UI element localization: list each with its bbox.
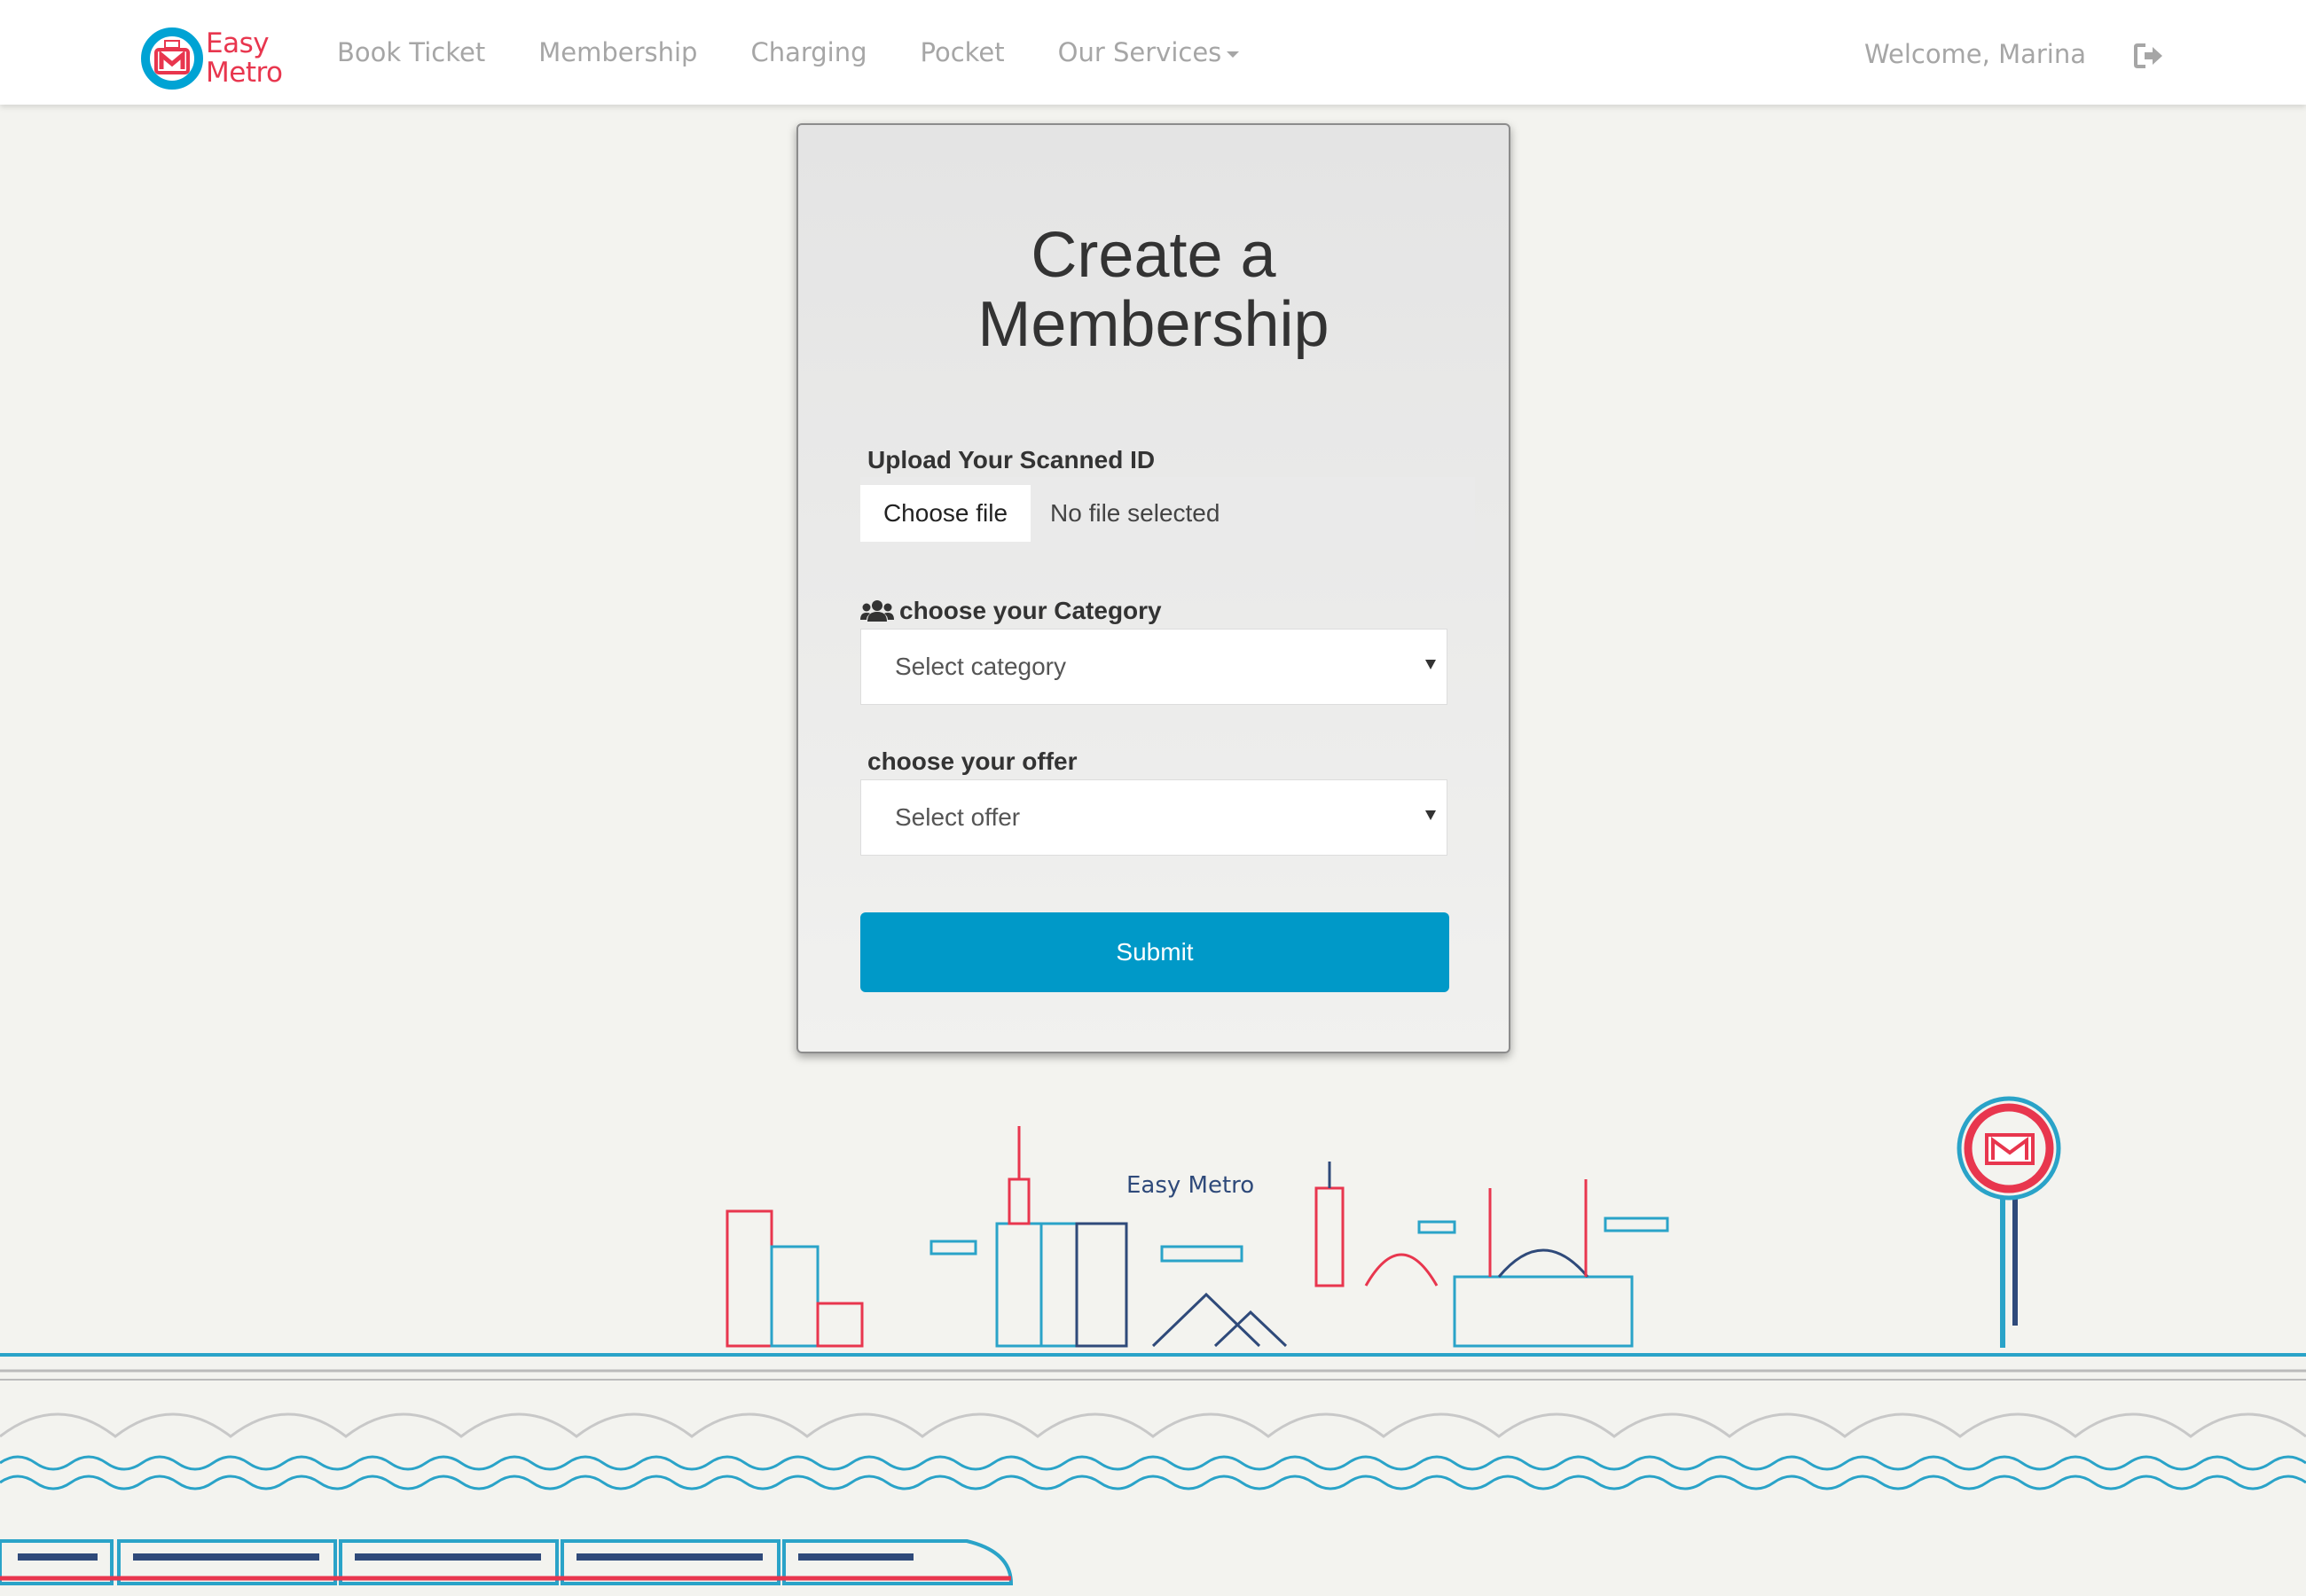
welcome-text: Welcome, Marina bbox=[1864, 39, 2087, 69]
users-icon bbox=[860, 600, 894, 622]
brand-name: Easy Metro bbox=[206, 29, 283, 88]
page-title: Create a Membership bbox=[798, 221, 1509, 359]
dropdown-arrow-icon bbox=[1425, 660, 1436, 669]
nav-our-services-dropdown[interactable]: Our Services bbox=[1058, 37, 1240, 67]
metro-logo-icon bbox=[141, 27, 203, 90]
file-status-text: No file selected bbox=[1050, 499, 1220, 527]
brand-logo[interactable]: Easy Metro bbox=[140, 25, 291, 92]
skyline-buildings bbox=[726, 1126, 1669, 1348]
nav-charging[interactable]: Charging bbox=[750, 37, 867, 67]
category-selected-value: Select category bbox=[895, 653, 1066, 680]
upload-id-label: Upload Your Scanned ID bbox=[867, 446, 1156, 473]
nav-membership[interactable]: Membership bbox=[538, 37, 697, 67]
nav-pocket[interactable]: Pocket bbox=[921, 37, 1005, 67]
submit-button[interactable]: Submit bbox=[860, 912, 1449, 992]
brand-line-2: Metro bbox=[206, 57, 283, 89]
top-navbar: Easy Metro Book Ticket Membership Chargi… bbox=[0, 0, 2306, 105]
nav-links: Book Ticket Membership Charging Pocket O… bbox=[337, 0, 1292, 105]
offer-selected-value: Select offer bbox=[895, 803, 1021, 831]
category-label-text: choose your Category bbox=[899, 597, 1162, 624]
nav-our-services-label: Our Services bbox=[1057, 37, 1222, 67]
category-label: choose your Category bbox=[860, 597, 1162, 625]
brand-line-1: Easy bbox=[206, 27, 270, 59]
title-line-1: Create a bbox=[1031, 220, 1276, 291]
file-upload-field[interactable]: Choose file No file selected bbox=[860, 477, 1475, 550]
offer-select[interactable]: Select offer bbox=[860, 779, 1447, 856]
title-line-2: Membership bbox=[977, 289, 1329, 360]
category-select[interactable]: Select category bbox=[860, 629, 1447, 705]
chevron-down-icon bbox=[1227, 51, 1240, 58]
metro-sign-icon bbox=[1957, 1096, 2061, 1348]
membership-card: Create a Membership Upload Your Scanned … bbox=[796, 123, 1510, 1053]
nav-book-ticket[interactable]: Book Ticket bbox=[337, 37, 485, 67]
sign-out-icon[interactable] bbox=[2134, 43, 2164, 69]
offer-label: choose your offer bbox=[867, 747, 1078, 775]
choose-file-button[interactable]: Choose file bbox=[860, 485, 1031, 542]
metro-train-icon bbox=[0, 1539, 1014, 1585]
dropdown-arrow-icon bbox=[1425, 810, 1436, 820]
city-skyline-illustration bbox=[0, 1096, 2306, 1585]
skyline-caption: Easy Metro bbox=[1126, 1172, 1255, 1199]
